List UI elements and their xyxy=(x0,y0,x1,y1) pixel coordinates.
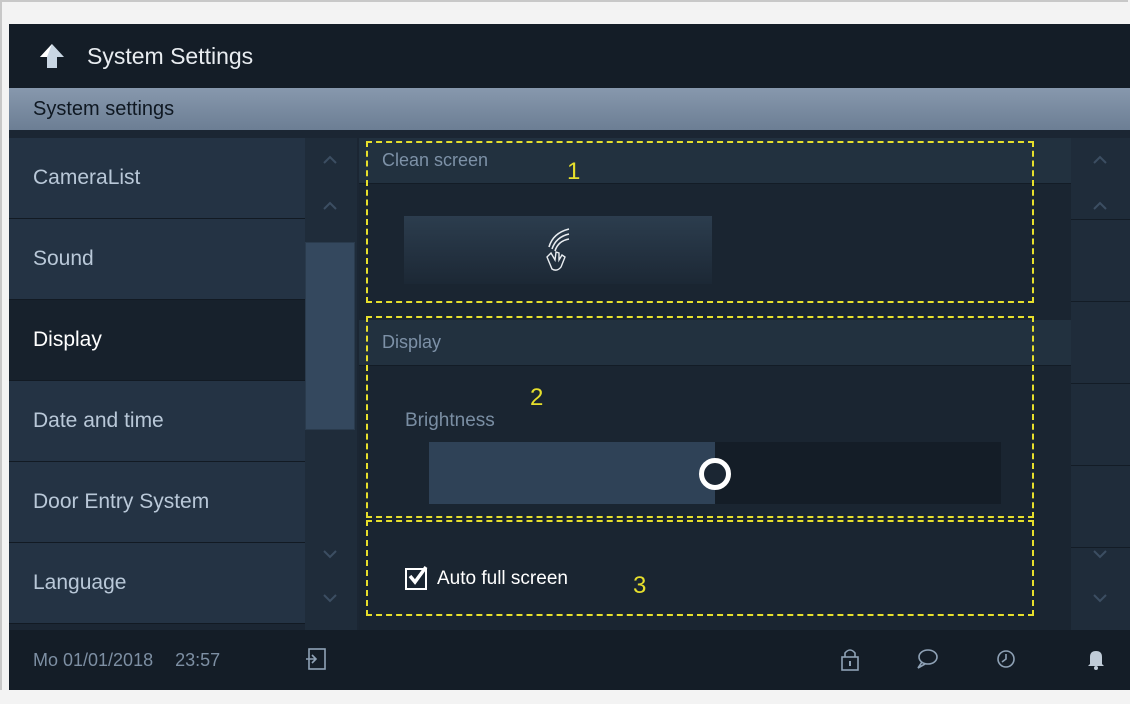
message-icon[interactable] xyxy=(915,646,939,672)
chevron-down-icon[interactable] xyxy=(1093,594,1107,604)
status-date: Mo 01/01/2018 xyxy=(33,649,154,670)
scrollbar-thumb[interactable] xyxy=(305,242,355,430)
annotation-number-1: 1 xyxy=(567,158,581,185)
sidebar-scrollbar[interactable] xyxy=(305,138,357,630)
chevron-down-icon[interactable] xyxy=(1093,550,1107,560)
scroll-cell xyxy=(1071,302,1130,384)
lock-icon[interactable] xyxy=(838,646,862,672)
chevron-up-icon[interactable] xyxy=(323,200,337,210)
device-screen: System Settings System settings CameraLi… xyxy=(9,24,1130,690)
chevron-down-icon[interactable] xyxy=(323,550,337,560)
content-scrollbar[interactable] xyxy=(1071,138,1130,630)
title-bar: System Settings xyxy=(9,24,1130,88)
history-icon[interactable] xyxy=(994,646,1018,672)
sidebar-item-date-and-time[interactable]: Date and time xyxy=(9,381,305,462)
annotation-number-3: 3 xyxy=(633,572,647,599)
annotation-box-1 xyxy=(366,141,1034,303)
sidebar-item-display[interactable]: Display xyxy=(9,300,305,381)
status-bar: Mo 01/01/2018 23:57 xyxy=(9,630,1130,690)
annotation-box-3 xyxy=(366,520,1034,616)
sidebar-item-sound[interactable]: Sound xyxy=(9,219,305,300)
settings-sidebar: CameraList Sound Display Date and time D… xyxy=(9,138,305,630)
scroll-cell xyxy=(1071,220,1130,302)
chevron-down-icon[interactable] xyxy=(323,594,337,604)
sidebar-item-language[interactable]: Language xyxy=(9,543,305,624)
section-header: System settings xyxy=(9,88,1130,130)
sidebar-item-door-entry-system[interactable]: Door Entry System xyxy=(9,462,305,543)
status-time: 23:57 xyxy=(175,649,221,670)
scroll-cell xyxy=(1071,384,1130,466)
annotation-box-2 xyxy=(366,316,1034,518)
bottom-margin xyxy=(0,690,1130,704)
logout-icon[interactable] xyxy=(305,646,329,672)
sidebar-item-cameralist[interactable]: CameraList xyxy=(9,138,305,219)
page-title: System Settings xyxy=(87,42,254,69)
chevron-up-icon[interactable] xyxy=(1093,154,1107,164)
scroll-cell xyxy=(1071,466,1130,548)
chevron-up-icon[interactable] xyxy=(323,154,337,164)
bell-icon[interactable] xyxy=(1084,646,1108,672)
annotation-number-2: 2 xyxy=(530,384,544,411)
chevron-up-icon[interactable] xyxy=(1093,200,1107,210)
back-arrow-icon[interactable] xyxy=(39,43,65,69)
